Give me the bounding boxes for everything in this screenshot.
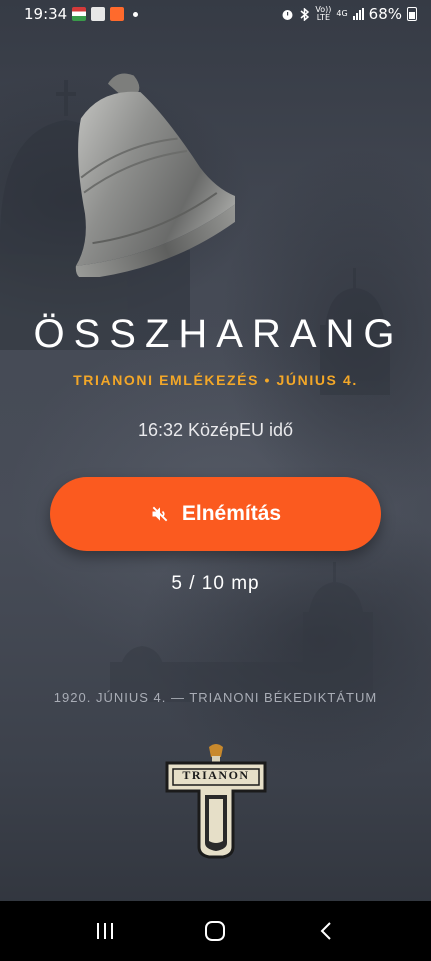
battery-icon	[407, 7, 417, 21]
flag-notification-icon	[72, 7, 87, 21]
network-gen: 4G	[336, 9, 348, 18]
status-time: 19:34	[24, 5, 68, 23]
more-notifications-icon	[133, 11, 139, 17]
logo-text: TRIANON	[182, 768, 250, 782]
status-left: 19:34	[24, 5, 139, 23]
gallery-notification-icon	[91, 7, 106, 21]
home-button[interactable]	[195, 911, 235, 951]
alarm-icon	[282, 9, 293, 20]
battery-percent: 68%	[368, 5, 402, 23]
footnote: 1920. JÚNIUS 4. — TRIANONI BÉKEDIKTÁTUM	[53, 690, 378, 705]
navigation-bar	[0, 901, 431, 961]
recents-icon	[97, 923, 114, 939]
volte-indicator: Vo)) LTE	[315, 5, 332, 22]
home-icon	[205, 921, 226, 941]
recents-button[interactable]	[85, 911, 125, 951]
mute-button-label: Elnémítás	[181, 502, 282, 525]
subtitle: TRIANONI EMLÉKEZÉS • JÚNIUS 4.	[73, 372, 358, 388]
bell-icon	[75, 73, 235, 277]
app-title: ÖSSZHARANG	[33, 312, 404, 356]
back-button[interactable]	[306, 911, 346, 951]
mute-button[interactable]: Elnémítás	[50, 477, 381, 551]
time-label: 16:32 KözépEU idő	[137, 420, 294, 440]
volume-off-icon	[150, 504, 170, 524]
back-icon	[320, 922, 331, 940]
app-notification-icon	[110, 7, 125, 21]
bluetooth-icon	[300, 7, 310, 21]
trianon-logo: TRIANON	[165, 743, 267, 859]
status-bar: 19:34 Vo)) LTE 4G 68%	[0, 0, 431, 28]
signal-icon	[352, 8, 364, 20]
status-right: Vo)) LTE 4G 68%	[281, 5, 417, 23]
countdown-counter: 5 / 10 mp	[171, 573, 260, 594]
